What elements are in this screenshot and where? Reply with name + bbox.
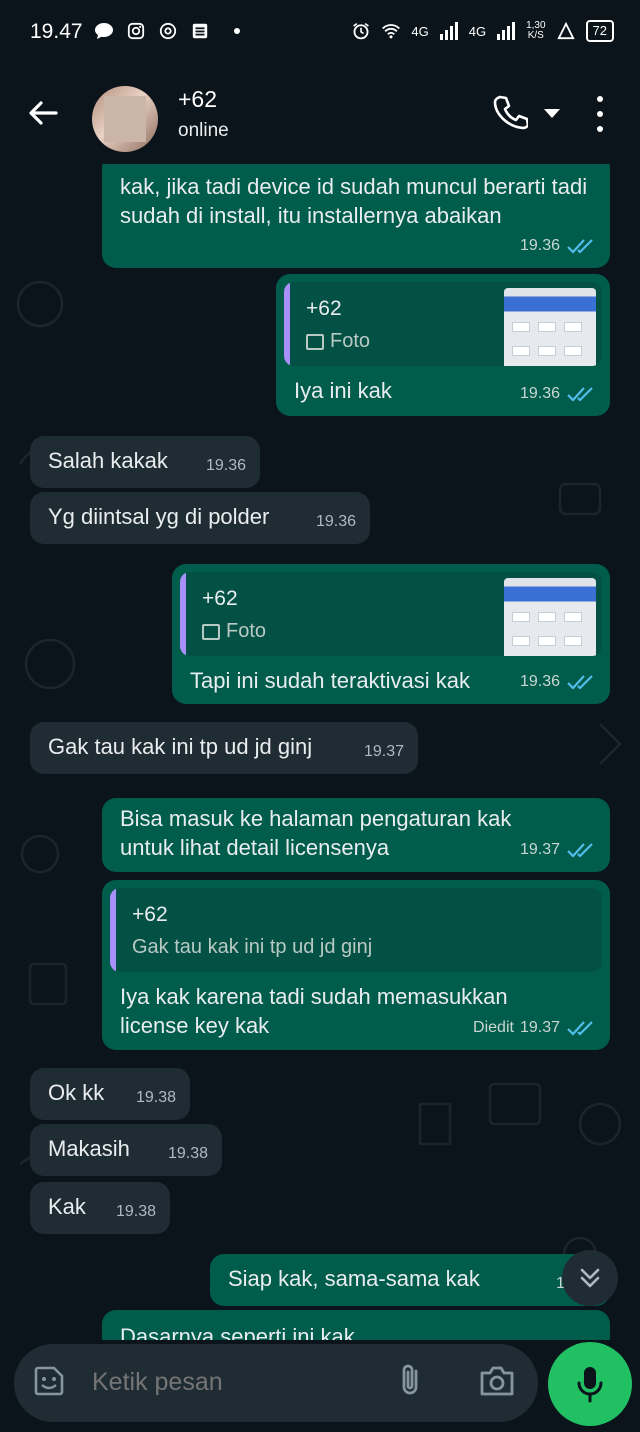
message-outgoing-reply[interactable]: +62 Gak tau kak ini tp ud jd ginj Iya ka… — [102, 880, 610, 1050]
message-time: 19.37 — [363, 743, 404, 760]
message-text: kak, jika tadi device id sudah muncul be… — [120, 174, 588, 228]
message-outgoing[interactable]: Dasarnya seperti ini kak — [102, 1310, 610, 1340]
more-options-icon[interactable] — [592, 96, 608, 132]
message-outgoing[interactable]: kak, jika tadi device id sudah muncul be… — [102, 164, 610, 268]
redacted-number — [168, 904, 328, 922]
message-time: 19.38 — [135, 1089, 176, 1106]
wifi-icon — [382, 24, 401, 39]
chat-area[interactable]: kak, jika tadi device id sudah muncul be… — [0, 164, 640, 1340]
message-text: Yg diintsal yg di polder — [48, 504, 270, 529]
voice-message-button[interactable] — [548, 1342, 632, 1426]
message-outgoing[interactable]: Siap kak, sama-sama kak 19.38 — [210, 1254, 610, 1306]
sticker-emoji-icon[interactable] — [32, 1364, 66, 1398]
message-incoming[interactable]: Kak 19.38 — [30, 1182, 170, 1234]
message-text: Gak tau kak ini tp ud jd ginj — [48, 734, 313, 759]
compose-bar — [0, 1340, 640, 1432]
message-incoming[interactable]: Gak tau kak ini tp ud jd ginj 19.37 — [30, 722, 418, 774]
message-text: Dasarnya seperti ini kak — [120, 1324, 355, 1340]
redacted-number — [232, 90, 402, 112]
network-type-2: 4G — [468, 23, 487, 39]
photo-icon — [202, 623, 220, 640]
chat-header: +62 online — [0, 64, 640, 164]
call-dropdown-icon[interactable] — [544, 109, 560, 118]
status-time: 19.47 — [30, 20, 83, 43]
quoted-message[interactable]: +62 Foto — [180, 572, 602, 656]
read-ticks-icon — [567, 238, 593, 254]
quoted-message[interactable]: +62 Foto — [284, 282, 602, 366]
chat-bubble-icon — [95, 23, 113, 39]
threads-icon — [159, 22, 177, 40]
message-time: 19.36 — [519, 237, 560, 254]
read-ticks-icon — [567, 674, 593, 690]
notification-dot — [234, 28, 240, 34]
network-speed: 1,30 K/S — [526, 20, 546, 41]
instagram-icon — [127, 22, 145, 40]
status-bar: 19.47 4G 4G 1,30 K/S 72 — [0, 0, 640, 64]
message-incoming[interactable]: Salah kakak 19.36 — [30, 436, 260, 488]
message-text: Makasih — [48, 1136, 130, 1161]
battery-level: 72 — [585, 20, 614, 42]
read-ticks-icon — [567, 842, 593, 858]
message-text: Bisa masuk ke halaman pengaturan kak unt… — [120, 806, 512, 860]
redacted-number — [362, 298, 490, 316]
photo-icon — [306, 333, 324, 350]
message-time: 19.36 — [315, 513, 356, 530]
message-input[interactable] — [92, 1368, 372, 1397]
quoted-thumbnail — [504, 288, 596, 366]
message-outgoing-reply[interactable]: +62 Foto Tapi ini sudah teraktivasi kak … — [172, 564, 610, 704]
message-text: Kak — [48, 1194, 86, 1219]
message-time: 19.37 — [519, 1019, 560, 1036]
message-time: 19.38 — [167, 1145, 208, 1162]
microphone-icon — [577, 1367, 603, 1403]
read-ticks-icon — [567, 386, 593, 402]
message-incoming[interactable]: Ok kk 19.38 — [30, 1068, 190, 1120]
contact-name[interactable]: +62 — [178, 86, 217, 113]
network-type-1: 4G — [411, 23, 429, 39]
signal-icon-2 — [497, 22, 516, 40]
quoted-text: Gak tau kak ini tp ud jd ginj — [132, 936, 373, 958]
message-time: 19.38 — [115, 1203, 156, 1220]
message-text: Ok kk — [48, 1080, 105, 1105]
scroll-to-bottom-button[interactable] — [562, 1250, 618, 1306]
attach-icon[interactable] — [396, 1362, 426, 1398]
back-arrow-icon[interactable] — [26, 96, 60, 130]
message-incoming[interactable]: Yg diintsal yg di polder 19.36 — [30, 492, 370, 544]
voice-call-icon[interactable] — [492, 94, 528, 130]
message-outgoing-reply[interactable]: +62 Foto Iya ini kak 19.36 — [276, 274, 610, 416]
message-time: 19.36 — [519, 673, 560, 690]
signal-icon-1 — [439, 22, 458, 40]
edited-label: Diedit — [473, 1019, 514, 1036]
avatar[interactable] — [92, 86, 158, 152]
message-text: Siap kak, sama-sama kak — [228, 1266, 480, 1291]
quoted-thumbnail — [504, 578, 596, 656]
message-time: 19.36 — [205, 457, 246, 474]
message-outgoing[interactable]: Bisa masuk ke halaman pengaturan kak unt… — [102, 798, 610, 872]
data-saver-icon — [556, 22, 575, 40]
contact-status: online — [178, 120, 229, 141]
alarm-icon — [353, 22, 370, 40]
read-ticks-icon — [567, 1020, 593, 1036]
quoted-type: Foto — [330, 330, 371, 352]
quoted-message[interactable]: +62 Gak tau kak ini tp ud jd ginj — [110, 888, 602, 972]
camera-icon[interactable] — [478, 1364, 516, 1398]
message-incoming[interactable]: Makasih 19.38 — [30, 1124, 222, 1176]
list-icon — [192, 23, 208, 39]
double-chevron-down-icon — [580, 1268, 600, 1288]
quoted-type: Foto — [226, 620, 267, 642]
message-text: Salah kakak — [48, 448, 168, 473]
message-time: 19.36 — [519, 385, 560, 402]
message-time: 19.37 — [519, 841, 560, 858]
